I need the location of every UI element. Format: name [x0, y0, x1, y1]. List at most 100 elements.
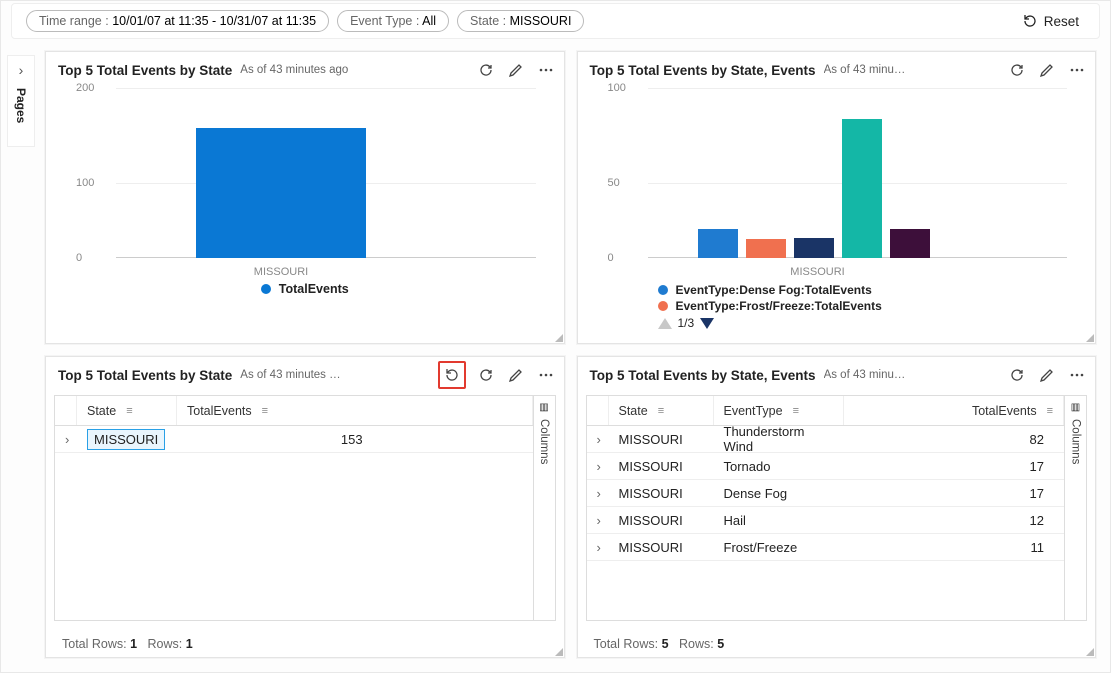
ellipsis-icon — [538, 367, 554, 383]
tile-timestamp: As of 43 minu… — [824, 369, 906, 381]
cell-total: 17 — [844, 459, 1065, 474]
columns-label: Columns — [538, 419, 550, 464]
legend-label: TotalEvents — [279, 282, 349, 296]
col-total[interactable]: TotalEvents≡ — [844, 396, 1065, 425]
filter-state-value: MISSOURI — [510, 14, 572, 28]
refresh-icon — [1009, 62, 1025, 78]
column-menu-icon[interactable]: ≡ — [793, 405, 799, 417]
bar-dense-fog[interactable] — [698, 229, 738, 258]
refresh-button[interactable] — [476, 365, 496, 385]
edit-button[interactable] — [1037, 60, 1057, 80]
legend-prev-button[interactable] — [658, 318, 672, 329]
cell-state[interactable]: MISSOURI — [87, 429, 165, 450]
filter-time-value: 10/01/07 at 11:35 - 10/31/07 at 11:35 — [112, 14, 316, 28]
undo-icon — [1022, 13, 1038, 29]
col-eventtype[interactable]: EventType≡ — [714, 396, 844, 425]
table-row[interactable]: ›MISSOURITornado17 — [587, 453, 1065, 480]
tile-title: Top 5 Total Events by State — [58, 368, 232, 383]
table-row[interactable]: ›MISSOURIDense Fog17 — [587, 480, 1065, 507]
more-button[interactable] — [1067, 60, 1087, 80]
cell-total: 12 — [844, 513, 1065, 528]
x-category: MISSOURI — [790, 266, 844, 278]
cell-total: 82 — [844, 432, 1065, 447]
refresh-button[interactable] — [1007, 365, 1027, 385]
legend-swatch — [658, 301, 668, 311]
bar-frost-freeze[interactable] — [746, 239, 786, 258]
row-expander[interactable]: › — [587, 540, 609, 555]
more-button[interactable] — [536, 365, 556, 385]
row-expander[interactable]: › — [587, 513, 609, 528]
cell-eventtype: Dense Fog — [714, 486, 844, 501]
ytick: 0 — [76, 252, 82, 264]
row-expander[interactable]: › — [55, 432, 77, 447]
grouped-bar-chart: 100 50 0 MISSOURI — [608, 88, 1078, 278]
legend-label: EventType:Frost/Freeze:TotalEvents — [676, 298, 882, 314]
cell-eventtype: Thunderstorm Wind — [714, 424, 844, 454]
cell-state: MISSOURI — [609, 486, 714, 501]
chart-legend: TotalEvents — [46, 282, 564, 296]
col-state[interactable]: State≡ — [77, 396, 177, 425]
bar-hail[interactable] — [794, 238, 834, 258]
cell-eventtype: Hail — [714, 513, 844, 528]
resize-handle[interactable] — [1084, 646, 1094, 656]
refresh-button[interactable] — [1007, 60, 1027, 80]
columns-panel-toggle[interactable]: ▥ Columns — [533, 396, 555, 620]
table-row[interactable]: ›MISSOURIThunderstorm Wind82 — [587, 426, 1065, 453]
filter-time-label: Time range : — [39, 14, 112, 28]
edit-button[interactable] — [506, 60, 526, 80]
cell-total: 153 — [171, 432, 533, 447]
data-table: State≡ TotalEvents≡ › MISSOURI 153 ▥ Col… — [54, 395, 556, 621]
revert-button[interactable] — [442, 365, 462, 385]
cell-state: MISSOURI — [609, 432, 714, 447]
edit-button[interactable] — [506, 365, 526, 385]
table-row[interactable]: › MISSOURI 153 — [55, 426, 533, 453]
column-menu-icon[interactable]: ≡ — [126, 405, 132, 417]
cell-total: 17 — [844, 486, 1065, 501]
row-expander[interactable]: › — [587, 432, 609, 447]
filter-time-range[interactable]: Time range : 10/01/07 at 11:35 - 10/31/0… — [26, 10, 329, 32]
reset-button[interactable]: Reset — [1016, 9, 1085, 33]
resize-handle[interactable] — [553, 332, 563, 342]
table-row[interactable]: ›MISSOURIHail12 — [587, 507, 1065, 534]
filter-event-label: Event Type : — [350, 14, 422, 28]
x-category: MISSOURI — [254, 266, 308, 278]
bar-tornado[interactable] — [890, 229, 930, 258]
legend-next-button[interactable] — [700, 318, 714, 329]
table-row[interactable]: ›MISSOURIFrost/Freeze11 — [587, 534, 1065, 561]
chevron-right-icon: › — [19, 62, 24, 78]
pencil-icon — [1039, 62, 1055, 78]
cell-state: MISSOURI — [609, 513, 714, 528]
cell-state: MISSOURI — [609, 459, 714, 474]
column-menu-icon[interactable]: ≡ — [262, 405, 268, 417]
filter-event-type[interactable]: Event Type : All — [337, 10, 449, 32]
ellipsis-icon — [1069, 367, 1085, 383]
cell-eventtype: Frost/Freeze — [714, 540, 844, 555]
columns-label: Columns — [1070, 419, 1082, 464]
ytick: 50 — [608, 177, 620, 189]
more-button[interactable] — [1067, 365, 1087, 385]
resize-handle[interactable] — [1084, 332, 1094, 342]
col-total[interactable]: TotalEvents≡ — [177, 396, 533, 425]
column-menu-icon[interactable]: ≡ — [1047, 405, 1053, 417]
filter-state[interactable]: State : MISSOURI — [457, 10, 584, 32]
col-state[interactable]: State≡ — [609, 396, 714, 425]
resize-handle[interactable] — [553, 646, 563, 656]
pages-label: Pages — [14, 88, 28, 123]
refresh-button[interactable] — [476, 60, 496, 80]
row-expander[interactable]: › — [587, 459, 609, 474]
refresh-icon — [1009, 367, 1025, 383]
chart-legend: EventType:Dense Fog:TotalEvents EventTyp… — [658, 282, 1096, 330]
column-menu-icon[interactable]: ≡ — [658, 405, 664, 417]
tile-timestamp: As of 43 minutes ago — [240, 64, 348, 76]
bar-missouri[interactable] — [196, 128, 366, 258]
columns-panel-toggle[interactable]: ▥ Columns — [1064, 396, 1086, 620]
edit-button[interactable] — [1037, 365, 1057, 385]
bar-thunderstorm-wind[interactable] — [842, 119, 882, 258]
legend-swatch — [658, 285, 668, 295]
pages-panel-toggle[interactable]: › Pages — [7, 55, 35, 147]
more-button[interactable] — [536, 60, 556, 80]
table-footer: Total Rows: 5 Rows: 5 — [594, 637, 725, 651]
bar-chart: 200 100 0 MISSOURI — [76, 88, 546, 278]
refresh-icon — [478, 367, 494, 383]
row-expander[interactable]: › — [587, 486, 609, 501]
